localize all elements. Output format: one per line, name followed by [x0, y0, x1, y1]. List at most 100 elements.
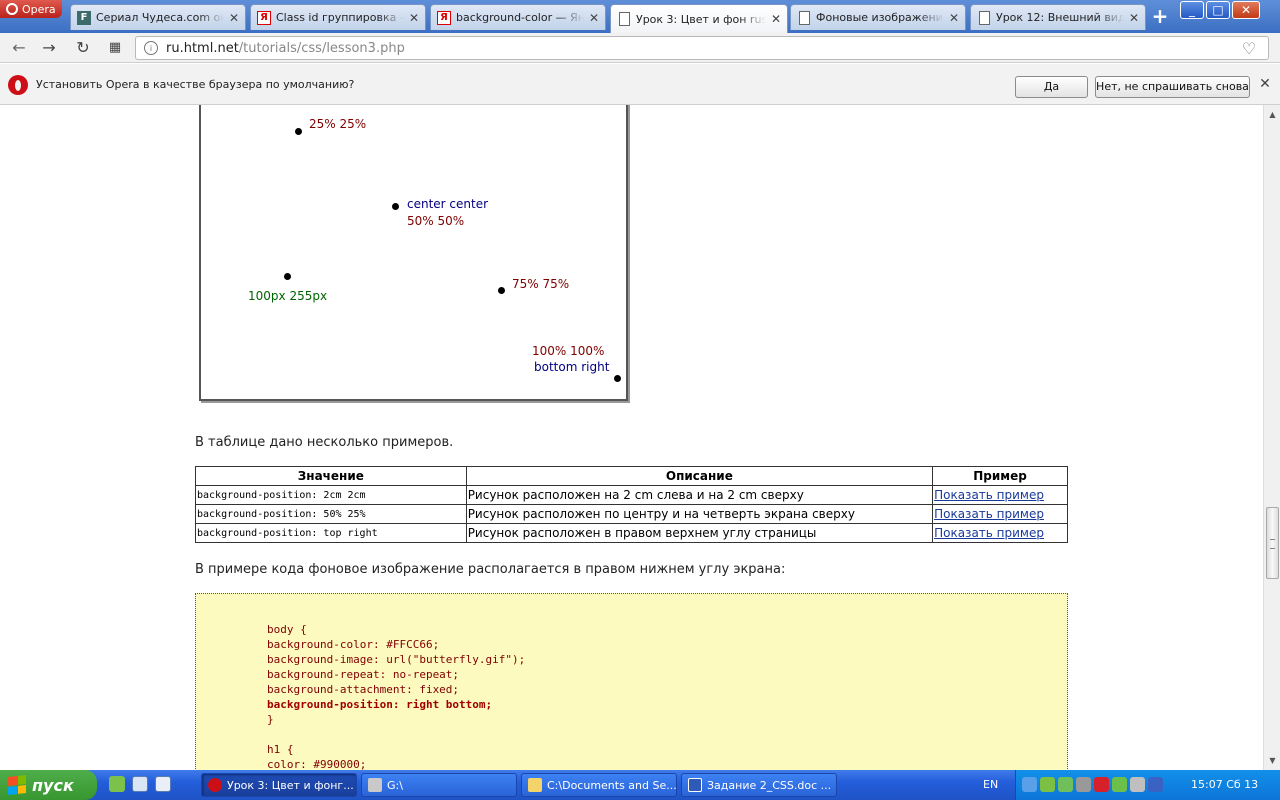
show-example-link[interactable]: Показать пример [934, 507, 1044, 521]
table-header-row: Значение Описание Пример [195, 466, 1068, 486]
tab-close-icon[interactable]: ✕ [1129, 11, 1139, 25]
tab-6[interactable]: Урок 12: Внешний вид (CSS) ✕ [970, 4, 1146, 30]
download-tray-icon[interactable] [1112, 777, 1127, 792]
task-label: Урок 3: Цвет и фонг... [227, 778, 354, 792]
default-browser-notification: Установить Opera в качестве браузера по … [0, 64, 1280, 105]
scroll-up-arrow-icon[interactable]: ▲ [1265, 107, 1280, 122]
tab-label: Урок 12: Внешний вид (CSS) [996, 11, 1124, 24]
url-field[interactable]: i ru.html.net/tutorials/css/lesson3.php … [135, 36, 1269, 60]
task-label: Задание 2_CSS.doc ... [707, 778, 832, 792]
notification-text: Установить Opera в качестве браузера по … [36, 78, 355, 91]
vertical-scrollbar[interactable]: ▲ ▼ [1263, 105, 1280, 770]
tab-close-icon[interactable]: ✕ [229, 11, 239, 25]
opera-menu-button[interactable]: Opera [0, 0, 62, 18]
forward-arrow-icon[interactable]: → [38, 38, 60, 58]
antivirus-tray-icon[interactable] [1094, 777, 1109, 792]
tab-label: Урок 3: Цвет и фон rustutors [636, 12, 766, 26]
scrollbar-thumb[interactable] [1266, 507, 1279, 579]
close-notification-icon[interactable]: ✕ [1257, 76, 1273, 92]
tab-close-icon[interactable]: ✕ [589, 11, 599, 25]
value-cell: background-position: 50% 25% [195, 504, 467, 524]
clock: 15:07 Сб 13 [1191, 778, 1259, 791]
tab-1[interactable]: F Сериал Чудеса.com онлайн ✕ [70, 4, 246, 30]
position-dot [392, 203, 399, 210]
value-cell: background-position: top right [195, 523, 467, 543]
favicon-yandex-icon: Я [437, 10, 451, 25]
tab-3[interactable]: Я background-color — Яндекс ✕ [430, 4, 606, 30]
favicon-yandex-icon: Я [257, 10, 271, 25]
examples-table: Значение Описание Пример background-posi… [195, 466, 1068, 543]
show-desktop-icon[interactable] [132, 776, 148, 792]
label-100px-255px: 100px 255px [248, 289, 328, 303]
window-quicklaunch-icon[interactable] [155, 776, 171, 792]
show-example-link[interactable]: Показать пример [934, 526, 1044, 540]
code-line: background-attachment: fixed; [267, 683, 460, 696]
folder-icon [528, 778, 542, 792]
task-documents-folder[interactable]: C:\Documents and Se... [521, 773, 677, 797]
network-tray-icon[interactable] [1022, 777, 1037, 792]
shield-tray-icon[interactable] [1058, 777, 1073, 792]
description-cell: Рисунок расположен в правом верхнем углу… [465, 523, 934, 543]
label-bottom-right: bottom right [534, 360, 610, 374]
table-row: background-position: top right Рисунок р… [195, 523, 1068, 543]
table-intro-text: В таблице дано несколько примеров. [195, 435, 454, 450]
dont-ask-again-button[interactable]: Нет, не спрашивать снова [1095, 76, 1250, 98]
drive-icon [368, 778, 382, 792]
tab-label: Class id группировка — Яндекс [276, 11, 404, 24]
language-indicator[interactable]: EN [983, 778, 998, 791]
tab-label: background-color — Яндекс [456, 11, 584, 24]
reload-icon[interactable]: ↻ [72, 38, 94, 58]
column-header: Значение [195, 466, 467, 486]
url-path: /tutorials/css/lesson3.php [238, 40, 405, 56]
flag-tray-icon[interactable] [1148, 777, 1163, 792]
tab-close-icon[interactable]: ✕ [949, 11, 959, 25]
speaker-tray-icon[interactable] [1076, 777, 1091, 792]
label-25-25: 25% 25% [309, 117, 367, 131]
code-intro-text: В примере кода фоновое изображение распо… [195, 562, 786, 577]
new-tab-button[interactable]: + [1150, 6, 1170, 26]
site-info-icon[interactable]: i [144, 41, 158, 55]
task-opera[interactable]: Урок 3: Цвет и фонг... [201, 773, 357, 797]
tab-5[interactable]: Фоновые изображения | CSS ✕ [790, 4, 966, 30]
url-host: ru.html.net [166, 40, 239, 56]
scroll-down-arrow-icon[interactable]: ▼ [1265, 753, 1280, 768]
start-label: пуск [32, 775, 74, 795]
code-line-highlighted: background-position: right bottom; [267, 698, 493, 711]
show-example-link[interactable]: Показать пример [934, 488, 1044, 502]
tab-strip: Opera F Сериал Чудеса.com онлайн ✕ Я Cla… [0, 0, 1280, 33]
printer-tray-icon[interactable] [1130, 777, 1145, 792]
code-line: background-image: url("butterfly.gif"); [267, 653, 526, 666]
favicon-f-icon: F [77, 10, 91, 25]
page-document-icon [617, 12, 631, 26]
utorrent-quicklaunch-icon[interactable] [109, 776, 125, 792]
task-label: C:\Documents and Se... [547, 778, 677, 792]
speed-dial-grid-icon[interactable]: ▦ [104, 38, 126, 58]
task-drive-g[interactable]: G:\ [361, 773, 517, 797]
position-dot [614, 375, 621, 382]
opera-logo-icon [6, 3, 18, 15]
task-word-document[interactable]: Задание 2_CSS.doc ... [681, 773, 837, 797]
tab-2[interactable]: Я Class id группировка — Яндекс ✕ [250, 4, 426, 30]
column-header: Описание [465, 466, 934, 486]
close-window-button[interactable]: ✕ [1232, 1, 1260, 19]
tab-close-icon[interactable]: ✕ [771, 12, 781, 26]
label-100-100: 100% 100% [532, 344, 605, 358]
minimize-button[interactable]: _ [1180, 1, 1204, 19]
tab-label: Фоновые изображения | CSS [816, 11, 944, 24]
label-50-50: 50% 50% [407, 214, 465, 228]
example-cell: Показать пример [932, 485, 1068, 505]
opera-menu-label: Opera [22, 2, 56, 16]
code-line: body { [267, 623, 307, 636]
yes-button[interactable]: Да [1015, 76, 1088, 98]
tab-close-icon[interactable]: ✕ [409, 11, 419, 25]
screen: Opera F Сериал Чудеса.com онлайн ✕ Я Cla… [0, 0, 1280, 800]
opera-icon [208, 778, 222, 792]
back-arrow-icon[interactable]: ← [8, 38, 30, 58]
code-line: color: #990000; [267, 758, 367, 770]
tab-4-active[interactable]: Урок 3: Цвет и фон rustutors ✕ [610, 4, 788, 33]
heart-icon[interactable]: ♡ [1238, 39, 1260, 59]
maximize-button[interactable]: □ [1206, 1, 1230, 19]
utorrent-tray-icon[interactable] [1040, 777, 1055, 792]
start-button[interactable]: пуск [0, 770, 97, 800]
